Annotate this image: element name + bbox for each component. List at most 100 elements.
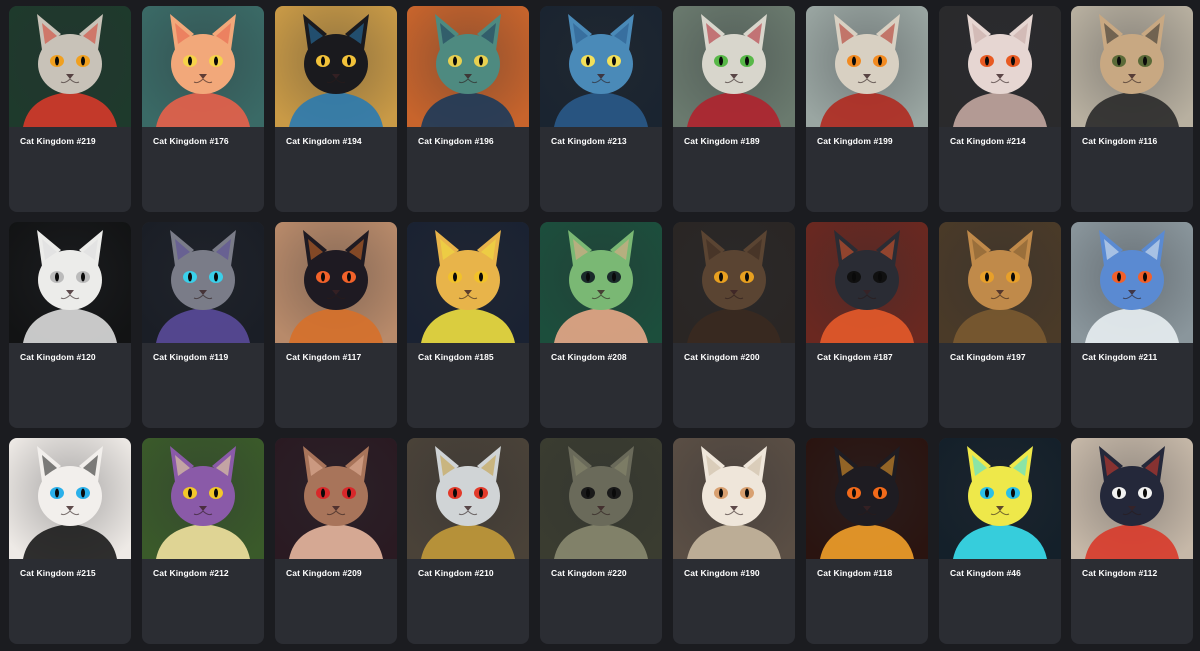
nft-card[interactable]: Cat Kingdom #208: [540, 222, 662, 428]
nft-thumbnail[interactable]: [142, 438, 264, 559]
nft-card[interactable]: Cat Kingdom #196: [407, 6, 529, 212]
nft-card[interactable]: Cat Kingdom #189: [673, 6, 795, 212]
nft-title[interactable]: Cat Kingdom #119: [153, 352, 228, 362]
nft-title[interactable]: Cat Kingdom #46: [950, 568, 1021, 578]
cat-portrait-icon: [275, 6, 397, 127]
nft-card[interactable]: Cat Kingdom #187: [806, 222, 928, 428]
nft-title[interactable]: Cat Kingdom #185: [418, 352, 494, 362]
nft-title[interactable]: Cat Kingdom #118: [817, 568, 892, 578]
nft-title[interactable]: Cat Kingdom #176: [153, 136, 229, 146]
nft-thumbnail[interactable]: [1071, 6, 1193, 127]
nft-title[interactable]: Cat Kingdom #219: [20, 136, 96, 146]
nft-card[interactable]: Cat Kingdom #112: [1071, 438, 1193, 644]
nft-title[interactable]: Cat Kingdom #120: [20, 352, 96, 362]
nft-card[interactable]: Cat Kingdom #120: [9, 222, 131, 428]
nft-title[interactable]: Cat Kingdom #199: [817, 136, 893, 146]
cat-portrait-icon: [1071, 438, 1193, 559]
nft-card[interactable]: Cat Kingdom #117: [275, 222, 397, 428]
nft-card[interactable]: Cat Kingdom #213: [540, 6, 662, 212]
nft-title[interactable]: Cat Kingdom #117: [286, 352, 361, 362]
nft-thumbnail[interactable]: [939, 222, 1061, 343]
nft-title[interactable]: Cat Kingdom #212: [153, 568, 229, 578]
cat-portrait-icon: [9, 222, 131, 343]
nft-card[interactable]: Cat Kingdom #190: [673, 438, 795, 644]
nft-thumbnail[interactable]: [275, 438, 397, 559]
nft-card[interactable]: Cat Kingdom #200: [673, 222, 795, 428]
nft-thumbnail[interactable]: [939, 438, 1061, 559]
nft-thumbnail[interactable]: [939, 6, 1061, 127]
nft-thumbnail[interactable]: [1071, 222, 1193, 343]
nft-thumbnail[interactable]: [275, 222, 397, 343]
nft-thumbnail[interactable]: [9, 6, 131, 127]
nft-title[interactable]: Cat Kingdom #190: [684, 568, 760, 578]
nft-thumbnail[interactable]: [540, 438, 662, 559]
nft-card[interactable]: Cat Kingdom #210: [407, 438, 529, 644]
nft-title[interactable]: Cat Kingdom #211: [1082, 352, 1157, 362]
nft-card[interactable]: Cat Kingdom #199: [806, 6, 928, 212]
nft-card[interactable]: Cat Kingdom #214: [939, 6, 1061, 212]
nft-card[interactable]: Cat Kingdom #209: [275, 438, 397, 644]
nft-title[interactable]: Cat Kingdom #213: [551, 136, 627, 146]
nft-card[interactable]: Cat Kingdom #220: [540, 438, 662, 644]
nft-title[interactable]: Cat Kingdom #200: [684, 352, 760, 362]
nft-title[interactable]: Cat Kingdom #116: [1082, 136, 1157, 146]
cat-portrait-icon: [275, 222, 397, 343]
nft-thumbnail[interactable]: [407, 438, 529, 559]
nft-thumbnail[interactable]: [673, 6, 795, 127]
nft-card[interactable]: Cat Kingdom #185: [407, 222, 529, 428]
nft-card[interactable]: Cat Kingdom #118: [806, 438, 928, 644]
nft-title[interactable]: Cat Kingdom #220: [551, 568, 627, 578]
cat-portrait-icon: [142, 438, 264, 559]
cat-portrait-icon: [407, 6, 529, 127]
nft-card[interactable]: Cat Kingdom #211: [1071, 222, 1193, 428]
nft-card[interactable]: Cat Kingdom #46: [939, 438, 1061, 644]
nft-card[interactable]: Cat Kingdom #119: [142, 222, 264, 428]
nft-card[interactable]: Cat Kingdom #194: [275, 6, 397, 212]
nft-thumbnail[interactable]: [806, 6, 928, 127]
nft-thumbnail[interactable]: [142, 222, 264, 343]
nft-thumbnail[interactable]: [142, 6, 264, 127]
nft-thumbnail[interactable]: [9, 438, 131, 559]
cat-portrait-icon: [673, 438, 795, 559]
nft-thumbnail[interactable]: [407, 222, 529, 343]
nft-title[interactable]: Cat Kingdom #215: [20, 568, 96, 578]
nft-thumbnail[interactable]: [540, 6, 662, 127]
cat-portrait-icon: [540, 438, 662, 559]
nft-title[interactable]: Cat Kingdom #210: [418, 568, 494, 578]
cat-portrait-icon: [1071, 222, 1193, 343]
nft-thumbnail[interactable]: [1071, 438, 1193, 559]
nft-card[interactable]: Cat Kingdom #212: [142, 438, 264, 644]
nft-title[interactable]: Cat Kingdom #189: [684, 136, 760, 146]
cat-portrait-icon: [673, 6, 795, 127]
cat-portrait-icon: [142, 222, 264, 343]
nft-card[interactable]: Cat Kingdom #116: [1071, 6, 1193, 212]
cat-portrait-icon: [275, 438, 397, 559]
nft-card[interactable]: Cat Kingdom #197: [939, 222, 1061, 428]
cat-portrait-icon: [939, 222, 1061, 343]
nft-thumbnail[interactable]: [407, 6, 529, 127]
cat-portrait-icon: [806, 222, 928, 343]
nft-title[interactable]: Cat Kingdom #214: [950, 136, 1026, 146]
nft-card[interactable]: Cat Kingdom #176: [142, 6, 264, 212]
nft-title[interactable]: Cat Kingdom #112: [1082, 568, 1157, 578]
nft-thumbnail[interactable]: [806, 438, 928, 559]
nft-card[interactable]: Cat Kingdom #215: [9, 438, 131, 644]
nft-thumbnail[interactable]: [9, 222, 131, 343]
cat-portrait-icon: [1071, 6, 1193, 127]
nft-title[interactable]: Cat Kingdom #208: [551, 352, 627, 362]
nft-title[interactable]: Cat Kingdom #187: [817, 352, 893, 362]
nft-thumbnail[interactable]: [673, 438, 795, 559]
nft-thumbnail[interactable]: [275, 6, 397, 127]
nft-title[interactable]: Cat Kingdom #197: [950, 352, 1026, 362]
cat-portrait-icon: [9, 438, 131, 559]
nft-thumbnail[interactable]: [673, 222, 795, 343]
nft-thumbnail[interactable]: [540, 222, 662, 343]
nft-card[interactable]: Cat Kingdom #219: [9, 6, 131, 212]
cat-portrait-icon: [407, 438, 529, 559]
cat-portrait-icon: [9, 6, 131, 127]
nft-thumbnail[interactable]: [806, 222, 928, 343]
nft-title[interactable]: Cat Kingdom #209: [286, 568, 362, 578]
nft-title[interactable]: Cat Kingdom #196: [418, 136, 494, 146]
nft-title[interactable]: Cat Kingdom #194: [286, 136, 362, 146]
cat-portrait-icon: [939, 438, 1061, 559]
